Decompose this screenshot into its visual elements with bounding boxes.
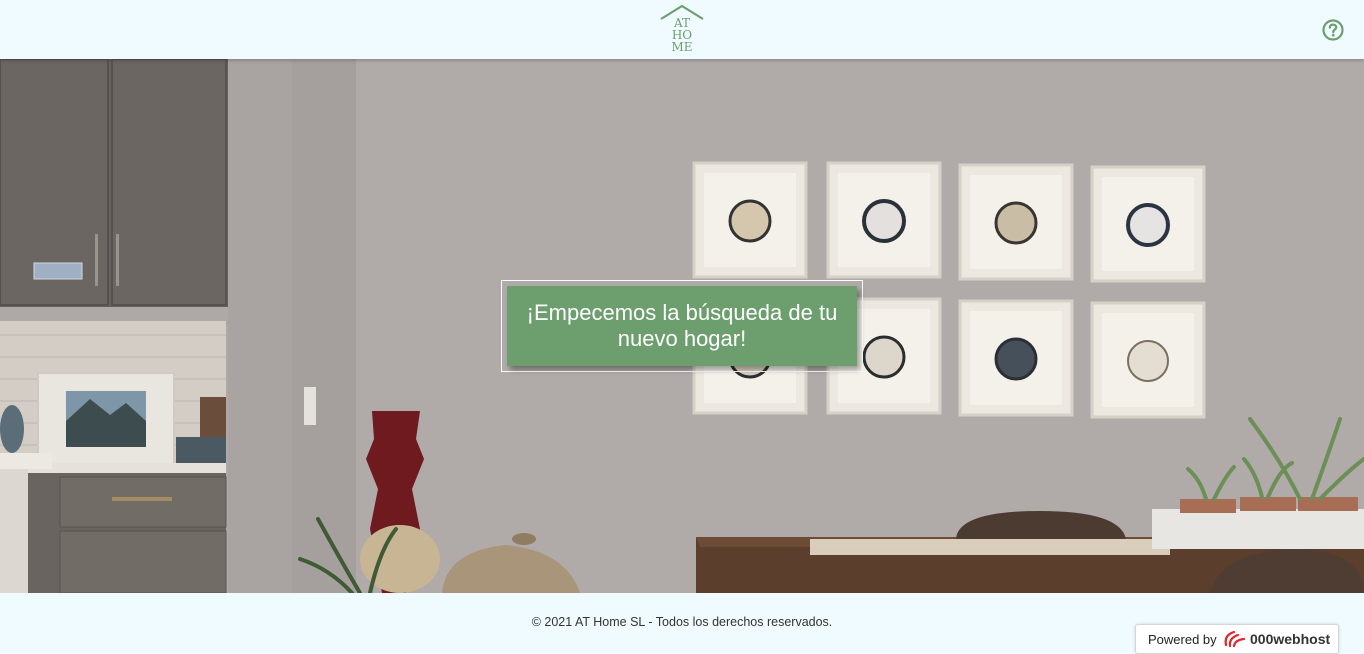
site-logo[interactable]: AT HO ME [658, 4, 706, 54]
question-circle-icon [1322, 19, 1344, 41]
000webhost-logo-icon [1222, 629, 1246, 652]
footer: © 2021 AT Home SL - Todos los derechos r… [0, 593, 1364, 654]
powered-by-badge[interactable]: Powered by 000webhost [1135, 624, 1339, 654]
logo-line-3: ME [671, 40, 693, 54]
powered-by-label: Powered by [1148, 632, 1217, 647]
start-search-button[interactable]: ¡Empecemos la búsqueda de tu nuevo hogar… [507, 286, 857, 366]
top-header: AT HO ME [0, 0, 1364, 59]
help-button[interactable] [1322, 19, 1344, 41]
powered-by-brand: 000webhost [1250, 631, 1331, 647]
